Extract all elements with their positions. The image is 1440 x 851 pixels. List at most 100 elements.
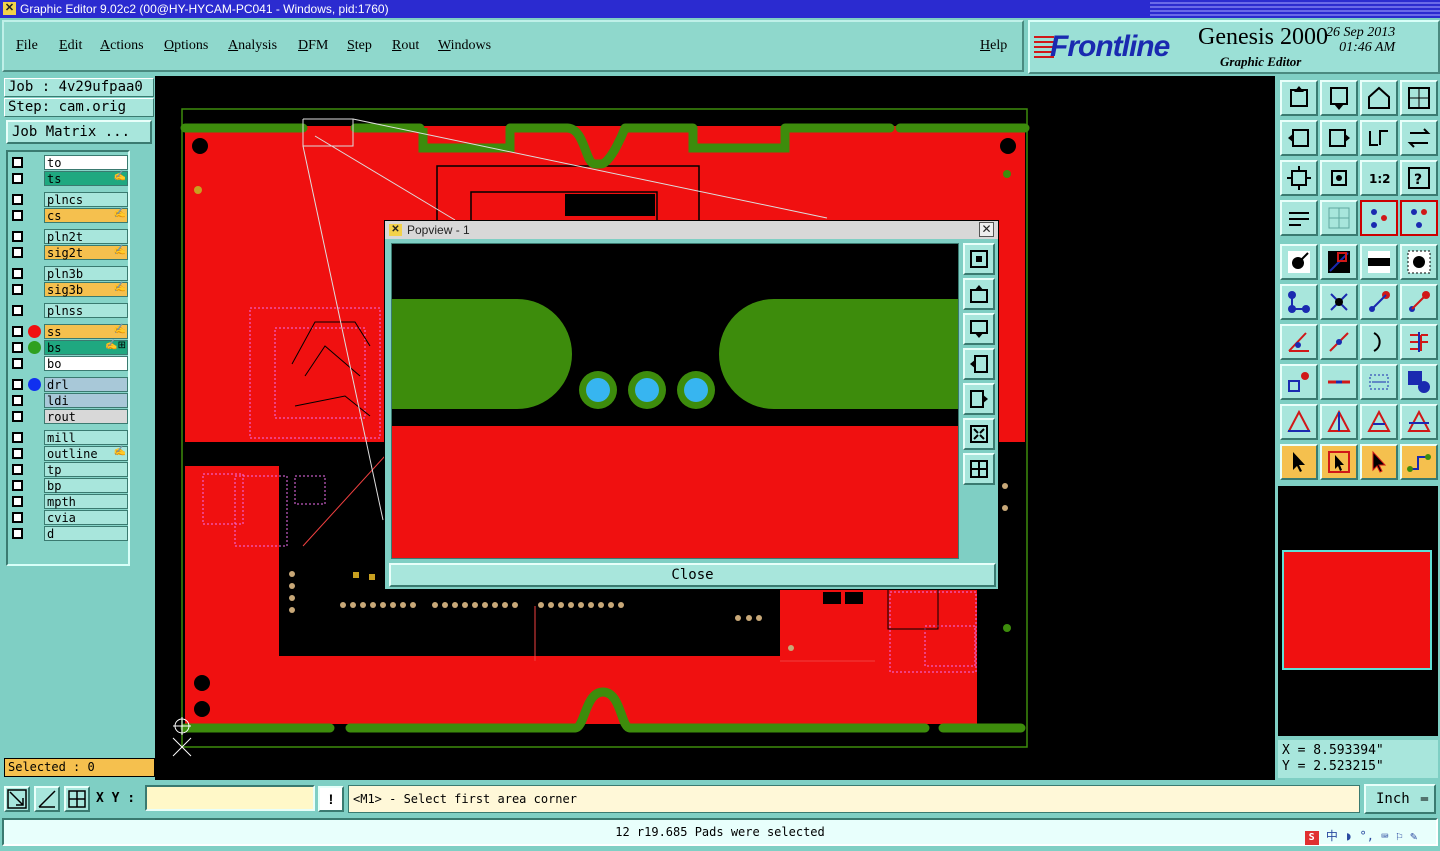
- menu-step[interactable]: Step: [347, 38, 372, 54]
- tool-house-icon[interactable]: [1360, 80, 1398, 116]
- tool-snap-center-icon[interactable]: [1400, 200, 1438, 236]
- job-matrix-button[interactable]: Job Matrix ...: [6, 120, 152, 144]
- tool-snap-icon[interactable]: [1360, 200, 1398, 236]
- layer-row-cs[interactable]: cs ✍: [10, 208, 128, 223]
- layer-row-d[interactable]: d: [10, 526, 128, 541]
- layer-checkbox[interactable]: [12, 496, 23, 507]
- layer-name[interactable]: tp: [44, 462, 128, 477]
- layer-name[interactable]: to: [44, 155, 128, 170]
- tool-zoom-home-icon[interactable]: [1320, 80, 1358, 116]
- layer-row-mpth[interactable]: mpth: [10, 494, 128, 509]
- layer-row-mill[interactable]: mill: [10, 430, 128, 445]
- tool-pads-icon[interactable]: [1400, 364, 1438, 400]
- tool-triangle-edge-icon[interactable]: [1400, 404, 1438, 440]
- tool-line-pad-alt-icon[interactable]: [1400, 284, 1438, 320]
- popview-zoom-fit-button[interactable]: [963, 243, 995, 275]
- tool-split-icon[interactable]: [1400, 324, 1438, 360]
- popview-close-icon[interactable]: ✕: [979, 222, 994, 237]
- tool-edit-icon[interactable]: [1280, 200, 1318, 236]
- layer-checkbox[interactable]: [12, 528, 23, 539]
- popview-zoom-in-button[interactable]: [963, 418, 995, 450]
- layer-row-plnss[interactable]: plnss: [10, 303, 128, 318]
- layer-color-dot[interactable]: [28, 378, 41, 391]
- layer-name[interactable]: plnss: [44, 303, 128, 318]
- layer-row-bp[interactable]: bp: [10, 478, 128, 493]
- tool-triangle-center-icon[interactable]: [1320, 404, 1358, 440]
- tool-pad-add-icon[interactable]: [1280, 364, 1318, 400]
- layer-name[interactable]: drl: [44, 377, 128, 392]
- layer-checkbox[interactable]: [12, 358, 23, 369]
- tool-pointer-red-icon[interactable]: [1360, 444, 1398, 480]
- tool-home-icon[interactable]: [1280, 80, 1318, 116]
- layer-row-bo[interactable]: bo: [10, 356, 128, 371]
- tool-split-view-icon[interactable]: [1400, 80, 1438, 116]
- tool-line-pad-icon[interactable]: [1360, 284, 1398, 320]
- tool-help-icon[interactable]: ?: [1400, 160, 1438, 196]
- measure-icon[interactable]: [34, 786, 60, 812]
- tool-zoom-in-icon[interactable]: [1280, 160, 1318, 196]
- layer-row-pln2t[interactable]: pln2t: [10, 229, 128, 244]
- tool-pad-icon[interactable]: [1400, 244, 1438, 280]
- zoom-area-icon[interactable]: [4, 786, 30, 812]
- menu-file[interactable]: File: [16, 38, 38, 54]
- layer-name[interactable]: d: [44, 526, 128, 541]
- tool-cross-icon[interactable]: [1320, 284, 1358, 320]
- tool-dimension-icon[interactable]: [1360, 364, 1398, 400]
- layer-name[interactable]: pln3b: [44, 266, 128, 281]
- layer-name[interactable]: ldi: [44, 393, 128, 408]
- layer-row-ss[interactable]: ss ✍: [10, 324, 128, 339]
- tool-triangle-icon[interactable]: [1280, 404, 1318, 440]
- layer-checkbox[interactable]: [12, 512, 23, 523]
- menu-edit[interactable]: Edit: [59, 38, 82, 54]
- tool-pointer-box-icon[interactable]: [1320, 444, 1358, 480]
- tool-select-object-icon[interactable]: [1280, 244, 1318, 280]
- layer-name[interactable]: cvia: [44, 510, 128, 525]
- layer-checkbox[interactable]: [12, 411, 23, 422]
- popview-close-button[interactable]: Close: [389, 563, 996, 587]
- layer-checkbox[interactable]: [12, 157, 23, 168]
- layer-row-cvia[interactable]: cvia: [10, 510, 128, 525]
- layer-name[interactable]: mpth: [44, 494, 128, 509]
- layer-checkbox[interactable]: [12, 342, 23, 353]
- popview-pan-down-button[interactable]: [963, 313, 995, 345]
- tool-flip-icon[interactable]: [1360, 120, 1398, 156]
- ime-mode-icon[interactable]: 中 ◗ °, ⌨ ⚐ ✎: [1326, 829, 1417, 843]
- layer-checkbox[interactable]: [12, 173, 23, 184]
- tool-scale-1-2-icon[interactable]: 1:2: [1360, 160, 1398, 196]
- layer-color-dot[interactable]: [28, 341, 41, 354]
- menu-rout[interactable]: Rout: [392, 38, 419, 54]
- layer-name[interactable]: plncs: [44, 192, 128, 207]
- layer-row-plncs[interactable]: plncs: [10, 192, 128, 207]
- tool-ruler-icon[interactable]: [1360, 244, 1398, 280]
- layer-row-to[interactable]: to: [10, 155, 128, 170]
- layer-checkbox[interactable]: [12, 464, 23, 475]
- layer-row-pln3b[interactable]: pln3b: [10, 266, 128, 281]
- tool-arc-icon[interactable]: [1360, 324, 1398, 360]
- layer-row-tp[interactable]: tp: [10, 462, 128, 477]
- layer-name[interactable]: mill: [44, 430, 128, 445]
- layer-checkbox[interactable]: [12, 194, 23, 205]
- layer-name[interactable]: bp: [44, 478, 128, 493]
- layer-row-bs[interactable]: bs ✍⊞: [10, 340, 128, 355]
- tool-pan-left-icon[interactable]: [1280, 120, 1318, 156]
- layer-row-drl[interactable]: drl: [10, 377, 128, 392]
- menu-dfm[interactable]: DFM: [298, 38, 328, 54]
- tool-rotate-icon[interactable]: [1400, 120, 1438, 156]
- popview-zoom-view[interactable]: [391, 243, 959, 559]
- tool-zoom-out-icon[interactable]: [1320, 160, 1358, 196]
- popview-pan-right-button[interactable]: [963, 383, 995, 415]
- popview-pan-up-button[interactable]: [963, 278, 995, 310]
- layer-checkbox[interactable]: [12, 268, 23, 279]
- tool-grid-icon[interactable]: [1320, 200, 1358, 236]
- layer-name[interactable]: pln2t: [44, 229, 128, 244]
- grid-snap-icon[interactable]: [64, 786, 90, 812]
- menu-help[interactable]: Help: [980, 38, 1007, 54]
- popview-pan-left-button[interactable]: [963, 348, 995, 380]
- menu-actions[interactable]: Actions: [100, 38, 144, 54]
- layer-row-outline[interactable]: outline ✍: [10, 446, 128, 461]
- layer-row-sig2t[interactable]: sig2t ✍: [10, 245, 128, 260]
- layer-row-rout[interactable]: rout: [10, 409, 128, 424]
- layer-checkbox[interactable]: [12, 395, 23, 406]
- unit-selector[interactable]: Inch ═: [1364, 784, 1436, 814]
- layer-row-ts[interactable]: ts ✍: [10, 171, 128, 186]
